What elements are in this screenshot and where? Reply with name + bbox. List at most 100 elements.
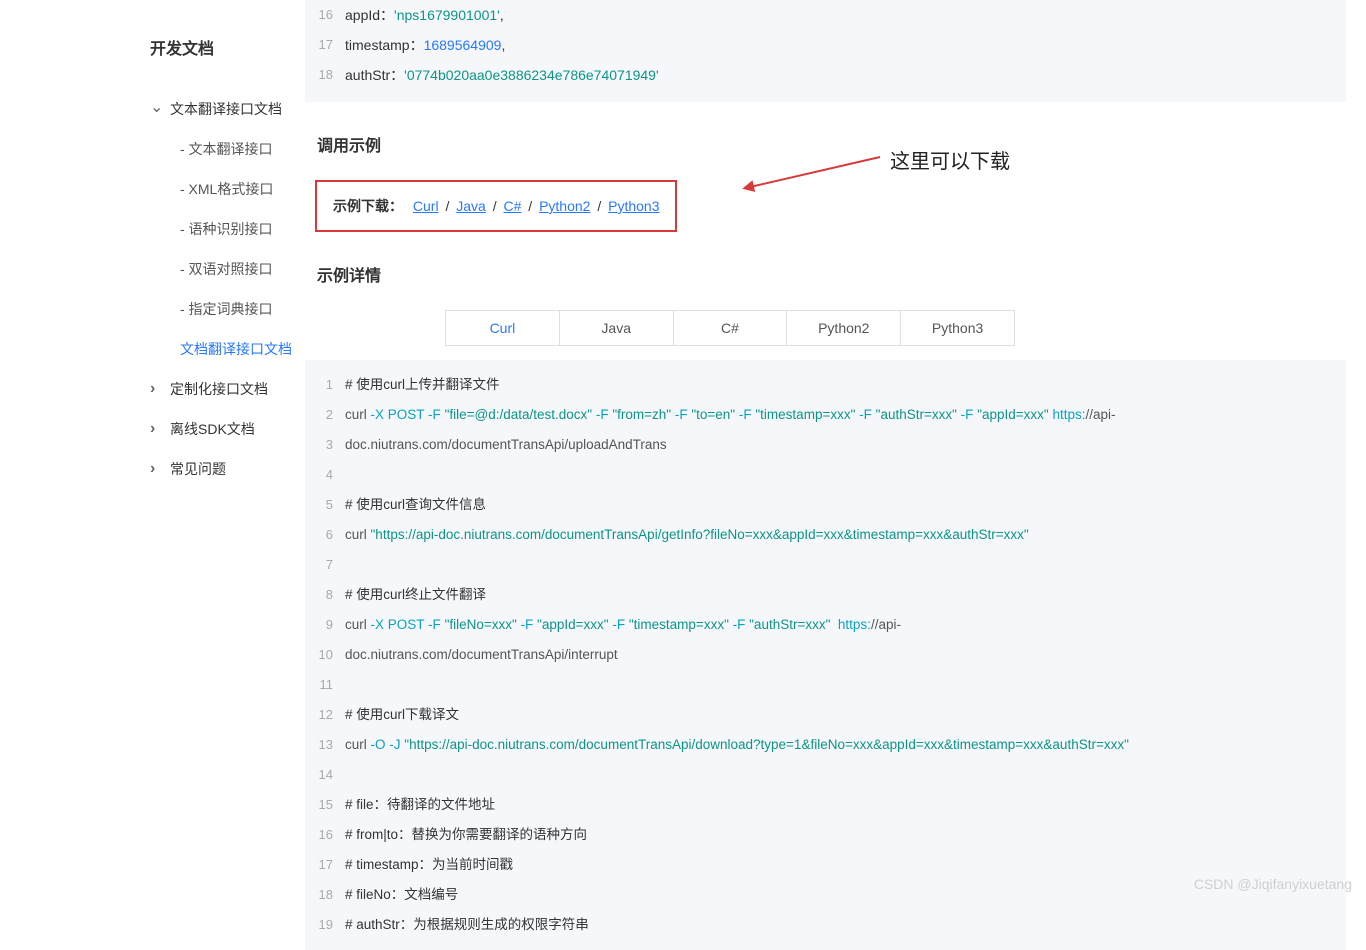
line-number: 15 (305, 790, 345, 820)
line-content: # file：待翻译的文件地址 (345, 790, 495, 820)
line-content: appId：'nps1679901001', (345, 0, 504, 30)
line-content: # timestamp：为当前时间戳 (345, 850, 513, 880)
code-line: 8# 使用curl终止文件翻译 (305, 580, 1346, 610)
section-call-example: 调用示例 (317, 132, 1346, 156)
line-content: # from|to：替换为你需要翻译的语种方向 (345, 820, 587, 850)
line-number: 16 (305, 0, 345, 30)
sidebar-item-label: 常见问题 (170, 459, 226, 479)
separator: / (489, 198, 501, 214)
sidebar-item-label: 离线SDK文档 (170, 419, 255, 439)
code-line: 1# 使用curl上传并翻译文件 (305, 370, 1346, 400)
code-block-example: 1# 使用curl上传并翻译文件2curl -X POST -F "file=@… (305, 360, 1346, 950)
sidebar-item[interactable]: 定制化接口文档 (150, 369, 305, 409)
sidebar-item[interactable]: 常见问题 (150, 449, 305, 489)
line-number: 2 (305, 400, 345, 430)
line-number: 16 (305, 820, 345, 850)
code-line: 4 (305, 460, 1346, 490)
code-line: 17# timestamp：为当前时间戳 (305, 850, 1346, 880)
chevron-right-icon (150, 460, 164, 478)
line-number: 11 (305, 670, 345, 700)
line-number: 10 (305, 640, 345, 670)
sidebar-subitem[interactable]: - 双语对照接口 (150, 249, 305, 289)
code-line: 16# from|to：替换为你需要翻译的语种方向 (305, 820, 1346, 850)
line-content: doc.niutrans.com/documentTransApi/upload… (345, 430, 667, 460)
line-number: 3 (305, 430, 345, 460)
line-number: 6 (305, 520, 345, 550)
chevron-down-icon (150, 99, 164, 119)
tab-csharp[interactable]: C# (674, 311, 788, 345)
line-number: 12 (305, 700, 345, 730)
line-content: # fileNo：文档编号 (345, 880, 458, 910)
line-number: 8 (305, 580, 345, 610)
code-line: 10doc.niutrans.com/documentTransApi/inte… (305, 640, 1346, 670)
code-line: 9curl -X POST -F "fileNo=xxx" -F "appId=… (305, 610, 1346, 640)
code-line: 15# file：待翻译的文件地址 (305, 790, 1346, 820)
download-link-csharp[interactable]: C# (503, 198, 521, 214)
line-number: 18 (305, 880, 345, 910)
line-number: 19 (305, 910, 345, 940)
code-line: 11 (305, 670, 1346, 700)
tab-java[interactable]: Java (560, 311, 674, 345)
code-line: 18# fileNo：文档编号 (305, 880, 1346, 910)
chevron-right-icon (150, 380, 164, 398)
sidebar-item[interactable]: 离线SDK文档 (150, 409, 305, 449)
sidebar-subitem[interactable]: - 语种识别接口 (150, 209, 305, 249)
line-content: # 使用curl查询文件信息 (345, 490, 486, 520)
separator: / (593, 198, 605, 214)
download-box: 示例下载： Curl / Java / C# / Python2 / Pytho… (315, 180, 677, 232)
lang-tabs: CurlJavaC#Python2Python3 (445, 310, 1015, 346)
line-content: # 使用curl终止文件翻译 (345, 580, 486, 610)
download-link-python2[interactable]: Python2 (539, 198, 590, 214)
line-content: curl "https://api-doc.niutrans.com/docum… (345, 520, 1029, 550)
nav-root: 文本翻译接口文档 - 文本翻译接口- XML格式接口- 语种识别接口- 双语对照接… (150, 89, 305, 489)
tab-curl[interactable]: Curl (446, 311, 560, 345)
sidebar-item-label: 定制化接口文档 (170, 379, 268, 399)
line-number: 1 (305, 370, 345, 400)
line-content: # authStr：为根据规则生成的权限字符串 (345, 910, 589, 940)
line-number: 18 (305, 60, 345, 90)
code-block-header-sample: 16appId：'nps1679901001',17timestamp：1689… (305, 0, 1346, 102)
line-content: doc.niutrans.com/documentTransApi/interr… (345, 640, 618, 670)
code-line: 13curl -O -J "https://api-doc.niutrans.c… (305, 730, 1346, 760)
separator: / (442, 198, 454, 214)
line-content: curl -X POST -F "fileNo=xxx" -F "appId=x… (345, 610, 901, 640)
code-line: 6curl "https://api-doc.niutrans.com/docu… (305, 520, 1346, 550)
sidebar-subitem[interactable]: 文档翻译接口文档 (150, 329, 305, 369)
tab-python3[interactable]: Python3 (901, 311, 1014, 345)
download-link-curl[interactable]: Curl (413, 198, 439, 214)
line-number: 4 (305, 460, 345, 490)
sidebar-item-label: 文本翻译接口文档 (170, 99, 282, 119)
code-line: 12# 使用curl下载译文 (305, 700, 1346, 730)
sidebar: 开发文档 文本翻译接口文档- 文本翻译接口- XML格式接口- 语种识别接口- … (0, 0, 305, 950)
code-line: 7 (305, 550, 1346, 580)
sidebar-subitem[interactable]: - 文本翻译接口 (150, 129, 305, 169)
code-line: 14 (305, 760, 1346, 790)
code-line: 17timestamp：1689564909, (305, 30, 1346, 60)
download-link-python3[interactable]: Python3 (608, 198, 659, 214)
main-content: 16appId：'nps1679901001',17timestamp：1689… (305, 0, 1366, 950)
line-number: 17 (305, 850, 345, 880)
sidebar-title: 开发文档 (150, 35, 305, 59)
download-links: Curl / Java / C# / Python2 / Python3 (413, 198, 660, 214)
line-number: 17 (305, 30, 345, 60)
code-line: 3doc.niutrans.com/documentTransApi/uploa… (305, 430, 1346, 460)
line-content: curl -X POST -F "file=@d:/data/test.docx… (345, 400, 1116, 430)
sidebar-subitem[interactable]: - 指定词典接口 (150, 289, 305, 329)
sidebar-subitem[interactable]: - XML格式接口 (150, 169, 305, 209)
line-number: 13 (305, 730, 345, 760)
code-line: 19# authStr：为根据规则生成的权限字符串 (305, 910, 1346, 940)
line-content: # 使用curl下载译文 (345, 700, 459, 730)
download-link-java[interactable]: Java (456, 198, 486, 214)
download-label: 示例下载： (333, 198, 403, 214)
code-line: 2curl -X POST -F "file=@d:/data/test.doc… (305, 400, 1346, 430)
separator: / (524, 198, 536, 214)
line-content: authStr：'0774b020aa0e3886234e786e7407194… (345, 60, 659, 90)
code-line: 5# 使用curl查询文件信息 (305, 490, 1346, 520)
line-content: timestamp：1689564909, (345, 30, 505, 60)
tab-python2[interactable]: Python2 (787, 311, 901, 345)
line-content: curl -O -J "https://api-doc.niutrans.com… (345, 730, 1129, 760)
line-number: 7 (305, 550, 345, 580)
line-number: 14 (305, 760, 345, 790)
code-line: 18authStr：'0774b020aa0e3886234e786e74071… (305, 60, 1346, 90)
sidebar-item[interactable]: 文本翻译接口文档 (150, 89, 305, 129)
